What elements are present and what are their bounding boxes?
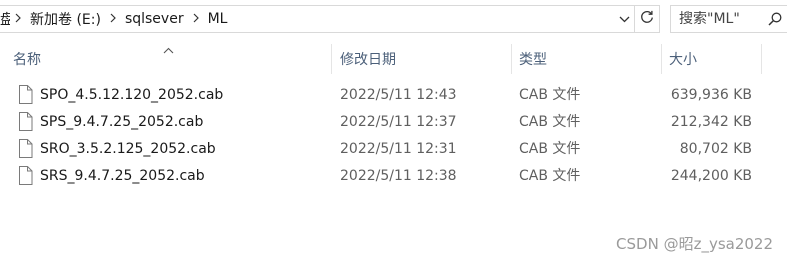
address-history-chevron-down-icon[interactable] [614,5,635,33]
column-header-date-modified[interactable]: 修改日期 [340,41,510,76]
breadcrumb-separator-icon[interactable] [188,12,204,26]
watermark-text: CSDN @昭z_ysa2022 [616,235,773,253]
file-type: CAB 文件 [519,87,581,103]
file-row[interactable]: SRO_3.5.2.125_2052.cab 2022/5/11 12:31 C… [0,136,787,163]
navigation-bar: 盘 新加卷 (E:) sqlsever ML [0,0,787,38]
file-row[interactable]: SPS_9.4.7.25_2052.cab 2022/5/11 12:37 CA… [0,109,787,136]
refresh-button[interactable] [635,5,660,33]
column-divider[interactable] [511,44,512,74]
column-header-size[interactable]: 大小 [669,41,761,76]
file-type: CAB 文件 [519,141,581,157]
file-date-modified: 2022/5/11 12:37 [340,114,457,130]
file-name: SRO_3.5.2.125_2052.cab [40,141,216,157]
breadcrumb-separator-icon[interactable] [10,12,26,26]
file-type: CAB 文件 [519,114,581,130]
search-icon[interactable] [767,11,783,27]
file-row[interactable]: SPO_4.5.12.120_2052.cab 2022/5/11 12:43 … [0,82,787,109]
file-name: SPS_9.4.7.25_2052.cab [40,114,204,130]
search-input[interactable] [679,11,761,27]
breadcrumb-separator-icon[interactable] [105,12,121,26]
file-size: 212,342 KB [670,114,752,130]
file-date-modified: 2022/5/11 12:31 [340,141,457,157]
breadcrumb-folder-sqlsever[interactable]: sqlsever [121,11,188,27]
search-box[interactable] [670,5,787,33]
breadcrumb-cut-segment[interactable]: 盘 [0,9,10,29]
column-header-row: 名称 修改日期 类型 大小 [0,38,787,76]
file-size: 639,936 KB [670,87,752,103]
refresh-icon [639,9,655,29]
file-name: SPO_4.5.12.120_2052.cab [40,87,224,103]
file-name: SRS_9.4.7.25_2052.cab [40,168,205,184]
file-date-modified: 2022/5/11 12:43 [340,87,457,103]
column-divider[interactable] [331,44,332,74]
breadcrumb-folder-ml[interactable]: ML [204,11,232,27]
column-divider[interactable] [661,44,662,74]
column-header-name[interactable]: 名称 [13,41,331,76]
file-icon [18,166,33,189]
file-icon [18,85,33,108]
file-icon [18,139,33,162]
address-bar[interactable]: 盘 新加卷 (E:) sqlsever ML [0,5,635,33]
breadcrumb-drive[interactable]: 新加卷 (E:) [26,9,105,29]
file-date-modified: 2022/5/11 12:38 [340,168,457,184]
column-divider[interactable] [761,44,762,74]
column-header-type[interactable]: 类型 [519,41,659,76]
file-list: SPO_4.5.12.120_2052.cab 2022/5/11 12:43 … [0,82,787,190]
file-row[interactable]: SRS_9.4.7.25_2052.cab 2022/5/11 12:38 CA… [0,163,787,190]
file-size: 80,702 KB [679,141,752,157]
file-icon [18,112,33,135]
file-size: 244,200 KB [670,168,752,184]
file-type: CAB 文件 [519,168,581,184]
